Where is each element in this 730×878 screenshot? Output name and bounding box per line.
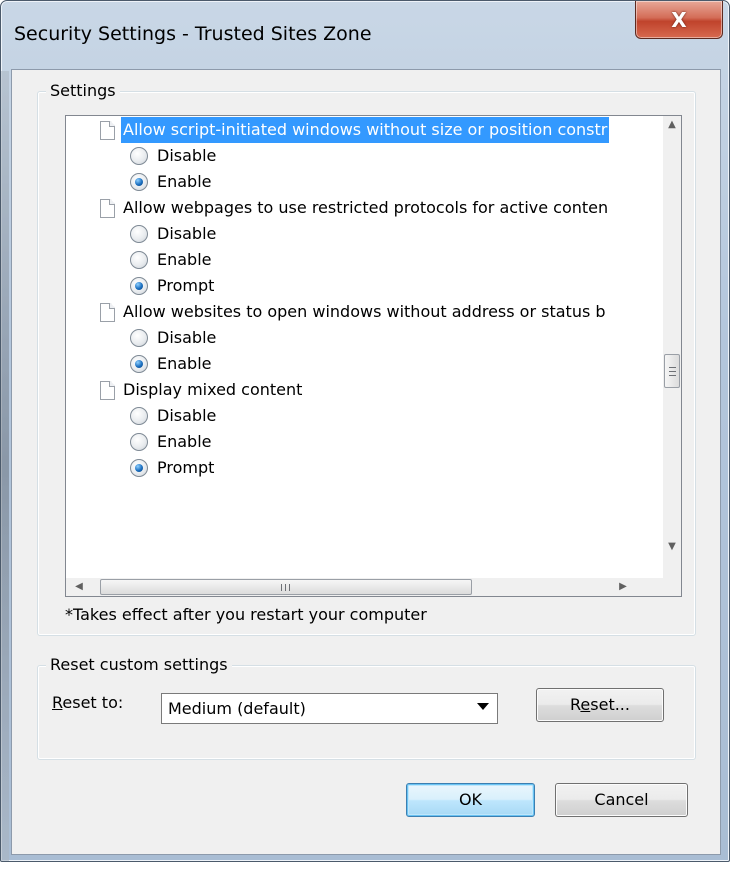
radio-option-label: Prompt: [157, 458, 215, 477]
radio-option-label: Enable: [157, 172, 212, 191]
page-icon: [100, 121, 115, 140]
reset-to-label: Reset to:: [52, 693, 124, 712]
close-button[interactable]: X: [635, 1, 723, 39]
radio-option-label: Disable: [157, 146, 217, 165]
dialog-client-area: Settings Allow script-initiated windows …: [11, 69, 721, 855]
radio-checked-icon[interactable]: [130, 355, 148, 373]
setting-label: Allow websites to open windows without a…: [123, 302, 606, 321]
settings-listbox[interactable]: Allow script-initiated windows without s…: [65, 115, 682, 597]
scroll-up-arrow-icon[interactable]: ▲: [663, 116, 681, 134]
radio-option-label: Disable: [157, 224, 217, 243]
reset-level-dropdown[interactable]: Medium (default): [161, 693, 498, 724]
restart-note: *Takes effect after you restart your com…: [65, 605, 427, 624]
radio-checked-icon[interactable]: [130, 459, 148, 477]
vertical-scroll-thumb[interactable]: [664, 354, 680, 388]
settings-group-legend: Settings: [46, 81, 120, 100]
settings-list: Allow script-initiated windows without s…: [66, 116, 663, 578]
radio-option-label: Disable: [157, 406, 217, 425]
radio-unchecked-icon[interactable]: [130, 433, 148, 451]
radio-option-label: Enable: [157, 354, 212, 373]
setting-label: Allow script-initiated windows without s…: [121, 117, 610, 143]
page-icon: [100, 199, 115, 218]
radio-unchecked-icon[interactable]: [130, 329, 148, 347]
page-icon: [100, 303, 115, 322]
horizontal-scroll-thumb[interactable]: [100, 579, 472, 595]
radio-option-label: Enable: [157, 432, 212, 451]
radio-option-label: Enable: [157, 250, 212, 269]
radio-unchecked-icon[interactable]: [130, 225, 148, 243]
scroll-down-arrow-icon[interactable]: ▼: [663, 538, 681, 556]
horizontal-scrollbar[interactable]: ◀ ▶: [66, 578, 663, 596]
cancel-button[interactable]: Cancel: [555, 783, 688, 817]
ok-button[interactable]: OK: [406, 783, 535, 817]
radio-unchecked-icon[interactable]: [130, 407, 148, 425]
scroll-right-arrow-icon[interactable]: ▶: [614, 578, 632, 596]
window-title: Security Settings - Trusted Sites Zone: [14, 23, 372, 45]
radio-checked-icon[interactable]: [130, 173, 148, 191]
reset-level-value: Medium (default): [168, 699, 306, 718]
reset-group-legend: Reset custom settings: [46, 655, 232, 674]
scrollbar-corner: [663, 578, 681, 596]
radio-option-label: Disable: [157, 328, 217, 347]
chevron-down-icon: [477, 703, 489, 710]
dialog-window: Security Settings - Trusted Sites Zone X…: [0, 0, 730, 862]
scroll-left-arrow-icon[interactable]: ◀: [70, 578, 88, 596]
title-bar[interactable]: Security Settings - Trusted Sites Zone X: [1, 1, 729, 69]
radio-option-label: Prompt: [157, 276, 215, 295]
setting-label: Display mixed content: [123, 380, 303, 399]
page-icon: [100, 381, 115, 400]
close-icon: X: [671, 7, 687, 32]
radio-checked-icon[interactable]: [130, 277, 148, 295]
vertical-scrollbar[interactable]: ▲ ▼: [663, 116, 681, 578]
setting-label: Allow webpages to use restricted protoco…: [123, 198, 609, 217]
radio-unchecked-icon[interactable]: [130, 147, 148, 165]
reset-button[interactable]: Reset...: [536, 688, 664, 722]
radio-unchecked-icon[interactable]: [130, 251, 148, 269]
